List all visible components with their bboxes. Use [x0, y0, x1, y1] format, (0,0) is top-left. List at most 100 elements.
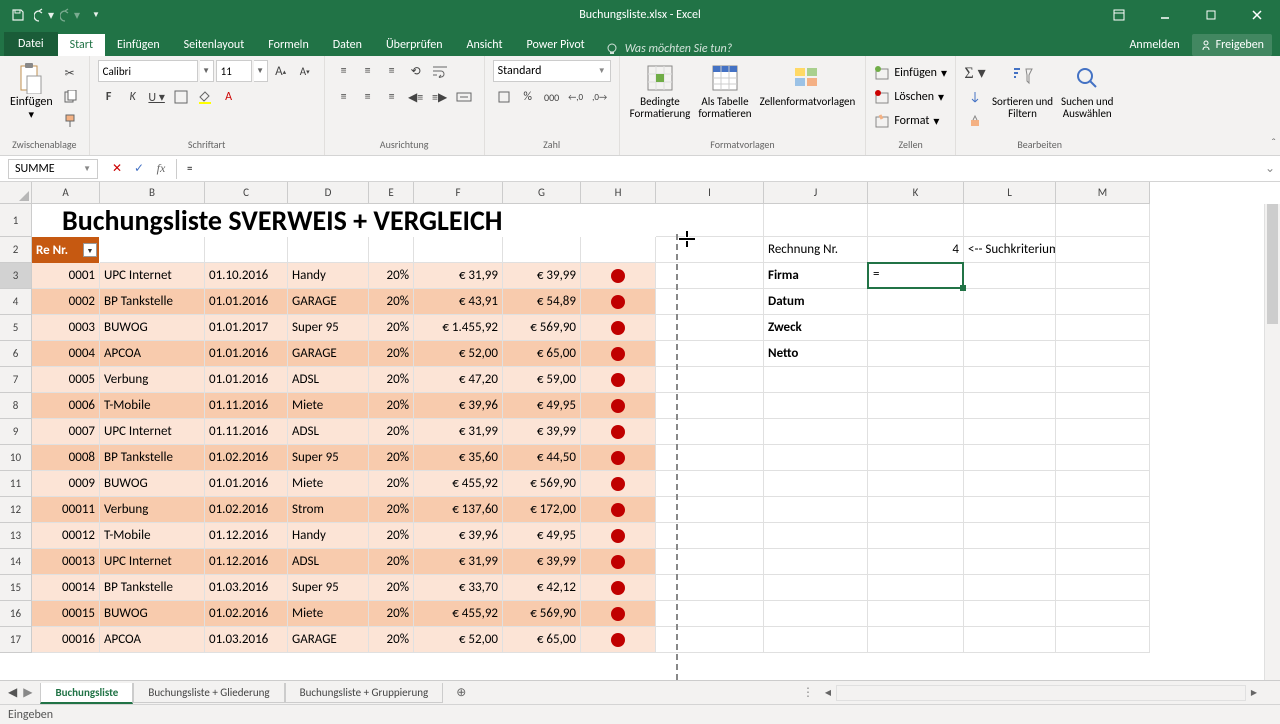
grow-font-icon[interactable]: A▴: [270, 60, 292, 82]
row-header[interactable]: 8: [0, 393, 32, 419]
align-left-icon[interactable]: ≡: [333, 86, 355, 108]
cell[interactable]: [1056, 523, 1150, 549]
cell[interactable]: UPC Internet: [100, 549, 205, 575]
worksheet[interactable]: ABCDEFGHIJKLM 1234567891011121314151617 …: [0, 182, 1280, 680]
format-as-table-button[interactable]: Als Tabelle formatieren: [696, 60, 753, 122]
cell[interactable]: [1056, 575, 1150, 601]
cell[interactable]: [656, 289, 764, 315]
cell[interactable]: ADSL: [288, 419, 369, 445]
cell[interactable]: 01.11.2016: [205, 419, 288, 445]
cell[interactable]: [656, 523, 764, 549]
cell[interactable]: 0007: [32, 419, 100, 445]
align-top-icon[interactable]: ≡: [333, 60, 355, 82]
cell-styles-button[interactable]: Zellenformatvorlagen: [758, 60, 858, 110]
cell[interactable]: [868, 627, 964, 653]
delete-cells-button[interactable]: Löschen ▾: [874, 86, 947, 108]
cell[interactable]: Buchungsliste SVERWEIS + VERGLEICH: [32, 204, 656, 237]
decrease-decimal-icon[interactable]: ,0→: [589, 86, 611, 108]
cell[interactable]: [503, 237, 581, 263]
accounting-icon[interactable]: [493, 86, 515, 108]
cell[interactable]: ADSL: [288, 367, 369, 393]
cell[interactable]: [964, 471, 1056, 497]
cell[interactable]: 0006: [32, 393, 100, 419]
column-header[interactable]: K: [868, 182, 964, 204]
cell[interactable]: [868, 315, 964, 341]
cell[interactable]: 20%: [369, 627, 414, 653]
row-header[interactable]: 2: [0, 237, 32, 263]
orientation-icon[interactable]: ⟲: [405, 60, 427, 82]
cell[interactable]: [764, 497, 868, 523]
cell[interactable]: 01.02.2016: [205, 497, 288, 523]
column-header[interactable]: H: [581, 182, 656, 204]
cell[interactable]: UPC Internet: [100, 263, 205, 289]
cell[interactable]: 20%: [369, 393, 414, 419]
decrease-indent-icon[interactable]: ◀≡: [405, 86, 427, 108]
cell[interactable]: [581, 497, 656, 523]
cell[interactable]: [656, 419, 764, 445]
increase-indent-icon[interactable]: ≡▶: [429, 86, 451, 108]
cell[interactable]: [764, 393, 868, 419]
filter-icon[interactable]: ▼: [83, 243, 97, 257]
redo-icon[interactable]: ▾: [58, 3, 82, 27]
cell[interactable]: € 1.455,92: [414, 315, 503, 341]
cell[interactable]: 0009: [32, 471, 100, 497]
sheet-tab-2[interactable]: Buchungsliste + Gliederung: [133, 683, 284, 703]
row-header[interactable]: 9: [0, 419, 32, 445]
cell[interactable]: Super 95: [288, 575, 369, 601]
cell[interactable]: Strom: [288, 497, 369, 523]
align-bottom-icon[interactable]: ≡: [381, 60, 403, 82]
format-painter-icon[interactable]: [59, 110, 81, 132]
row-header[interactable]: 13: [0, 523, 32, 549]
cell[interactable]: [868, 263, 964, 289]
cell[interactable]: [581, 523, 656, 549]
tell-me-search[interactable]: Was möchten Sie tun?: [597, 42, 741, 56]
align-right-icon[interactable]: ≡: [381, 86, 403, 108]
cell[interactable]: [656, 393, 764, 419]
cell[interactable]: [868, 445, 964, 471]
cell[interactable]: [1056, 263, 1150, 289]
cell[interactable]: [1056, 237, 1150, 263]
cell[interactable]: € 59,00: [503, 367, 581, 393]
number-format-combo[interactable]: Standard▼: [493, 60, 611, 82]
cell[interactable]: 0008: [32, 445, 100, 471]
cell[interactable]: Super 95: [288, 315, 369, 341]
cell[interactable]: 01.12.2016: [205, 549, 288, 575]
cell[interactable]: [100, 237, 205, 263]
formula-input[interactable]: =: [181, 159, 1260, 179]
cell[interactable]: € 52,00: [414, 627, 503, 653]
cell[interactable]: GARAGE: [288, 627, 369, 653]
sheet-tab-3[interactable]: Buchungsliste + Gruppierung: [285, 683, 444, 703]
cell[interactable]: 20%: [369, 523, 414, 549]
cell[interactable]: [205, 237, 288, 263]
merge-icon[interactable]: [453, 86, 475, 108]
cell[interactable]: Miete: [288, 393, 369, 419]
format-cells-button[interactable]: Format ▾: [874, 110, 947, 132]
borders-icon[interactable]: [170, 86, 192, 108]
cell[interactable]: [581, 289, 656, 315]
cell[interactable]: Handy: [288, 523, 369, 549]
cell[interactable]: BP Tankstelle: [100, 445, 205, 471]
cell[interactable]: € 39,96: [414, 393, 503, 419]
row-header[interactable]: 6: [0, 341, 32, 367]
cell[interactable]: € 43,91: [414, 289, 503, 315]
cell[interactable]: [581, 627, 656, 653]
cell[interactable]: [656, 367, 764, 393]
cell[interactable]: [764, 575, 868, 601]
cell[interactable]: [764, 523, 868, 549]
row-header[interactable]: 14: [0, 549, 32, 575]
cell[interactable]: € 35,60: [414, 445, 503, 471]
cell[interactable]: [581, 237, 656, 263]
insert-cells-button[interactable]: Einfügen ▾: [874, 62, 947, 84]
new-sheet-button[interactable]: ⊕: [449, 681, 473, 705]
cell[interactable]: BUWOG: [100, 315, 205, 341]
cell[interactable]: T-Mobile: [100, 393, 205, 419]
enter-formula-icon[interactable]: ✓: [128, 159, 150, 179]
italic-icon[interactable]: K: [122, 86, 144, 108]
cell[interactable]: 01.02.2016: [205, 445, 288, 471]
cell[interactable]: [1056, 627, 1150, 653]
save-icon[interactable]: [6, 3, 30, 27]
cell[interactable]: € 39,99: [503, 549, 581, 575]
tab-power-pivot[interactable]: Power Pivot: [515, 34, 597, 56]
cell[interactable]: 01.02.2016: [205, 601, 288, 627]
row-header[interactable]: 3: [0, 263, 32, 289]
